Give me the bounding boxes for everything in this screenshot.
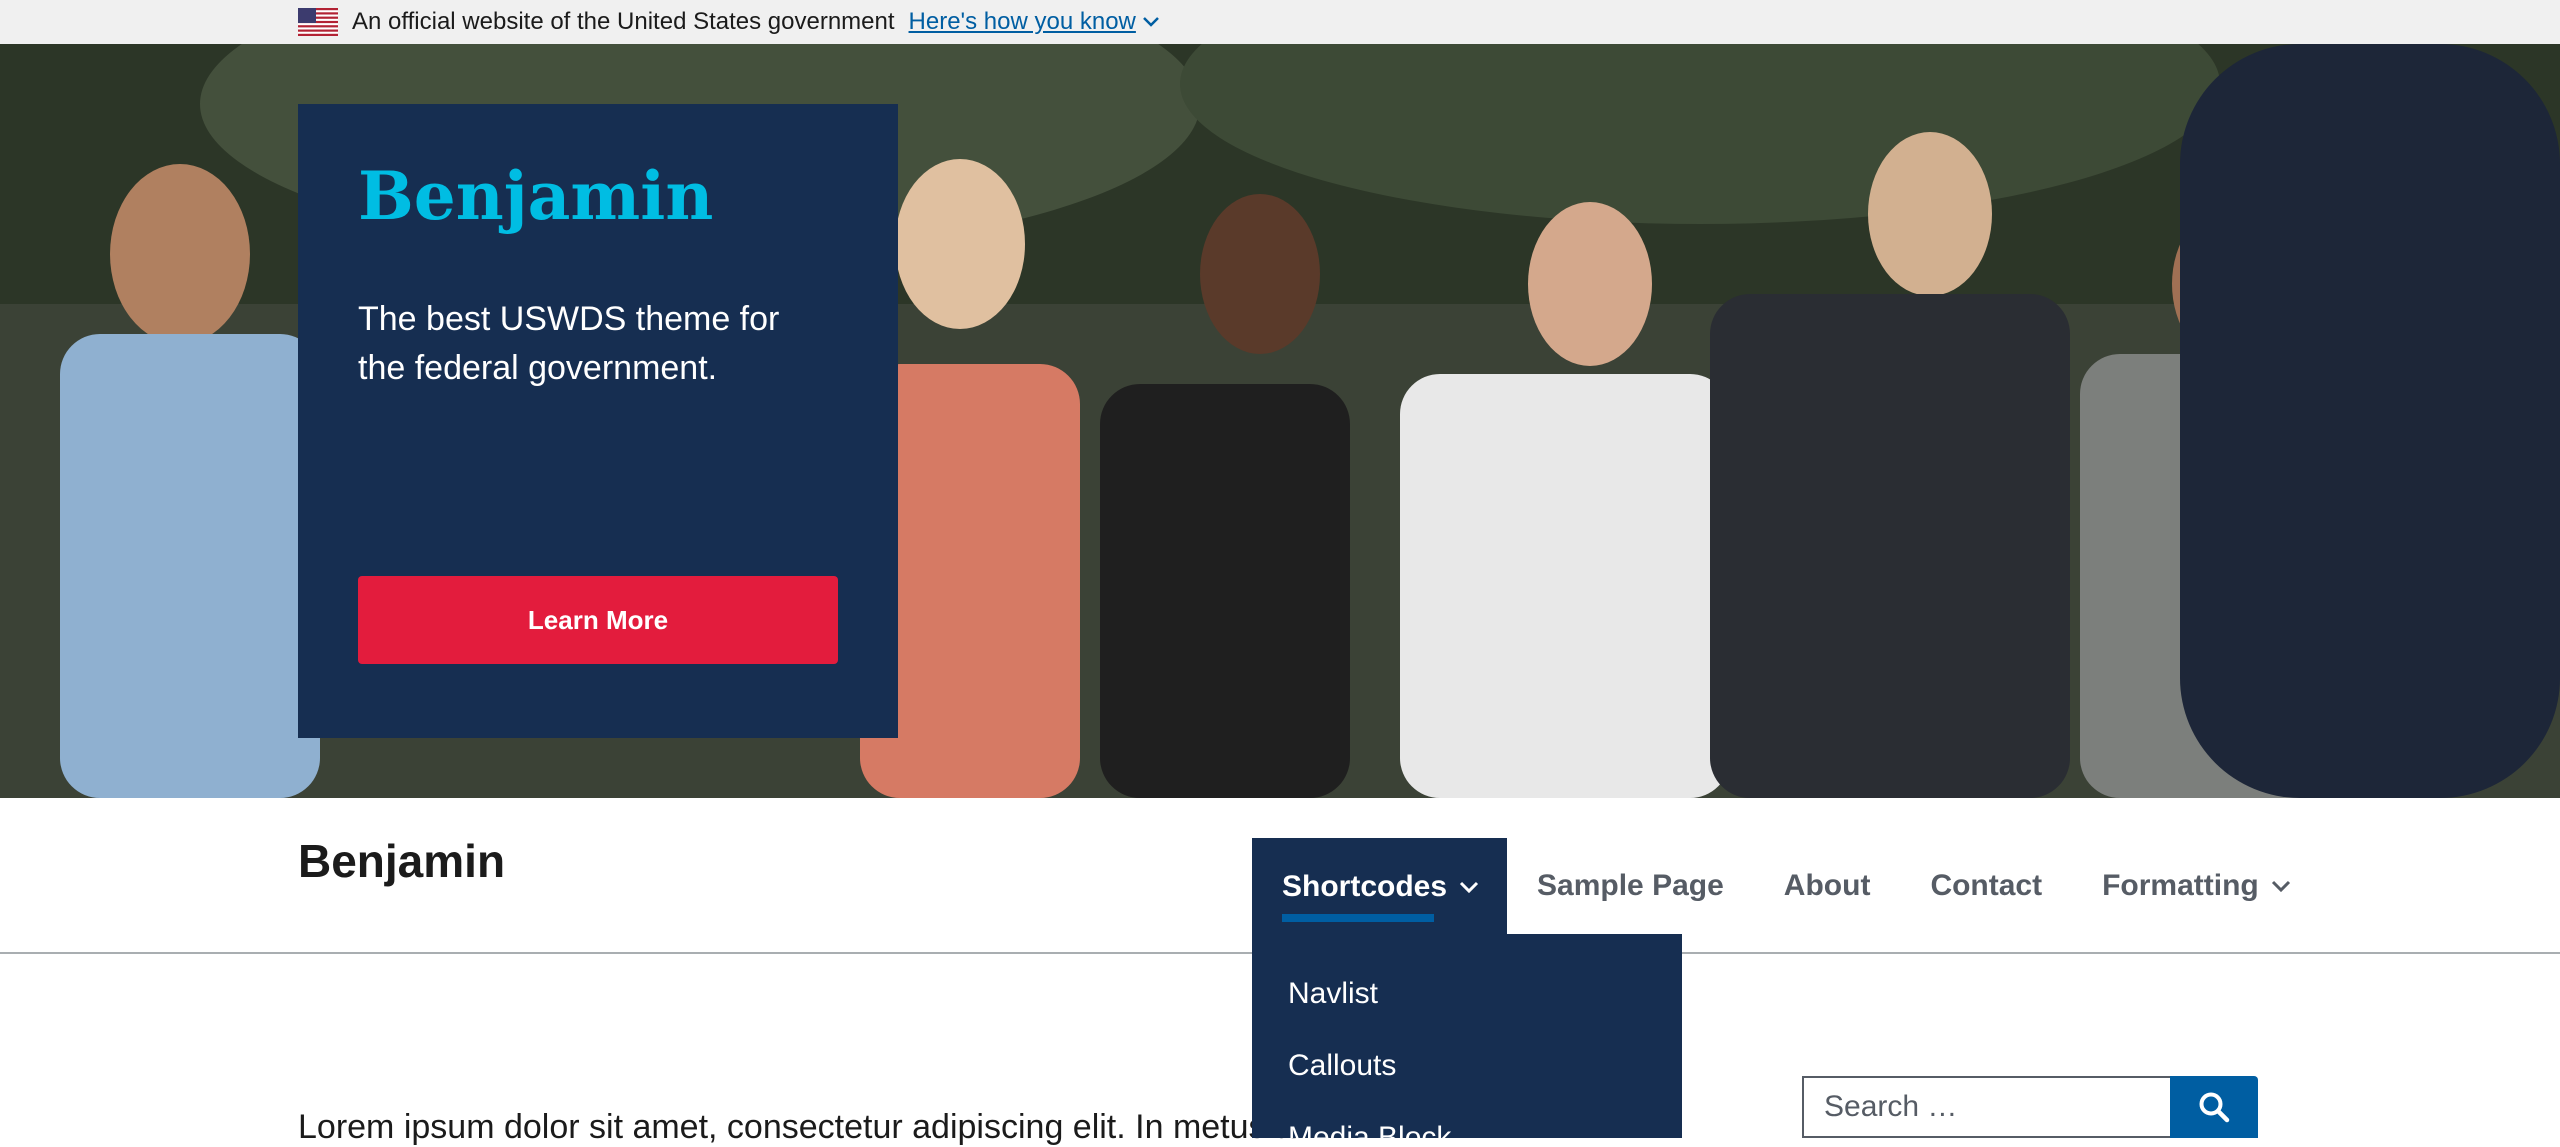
dropdown-item-callouts[interactable]: Callouts — [1252, 1030, 1682, 1102]
search-button[interactable] — [2170, 1076, 2258, 1138]
site-header: Benjamin Shortcodes Sample Page About Co… — [0, 798, 2560, 954]
nav-item-label: Formatting — [2102, 869, 2259, 902]
main-paragraph: Lorem ipsum dolor sit amet, consectetur … — [298, 1108, 1304, 1146]
nav-item-label: About — [1783, 869, 1871, 902]
search-input[interactable] — [1802, 1076, 2170, 1138]
chevron-down-icon — [2271, 880, 2290, 893]
chevron-down-icon — [1143, 17, 1159, 27]
learn-more-button[interactable]: Learn More — [358, 576, 838, 664]
search-form — [1802, 1076, 2258, 1138]
shortcodes-dropdown: Navlist Callouts Media Block — [1252, 934, 1682, 1138]
hero-subtitle: The best USWDS theme for the federal gov… — [358, 299, 780, 387]
us-flag-icon — [298, 8, 338, 36]
gov-banner-text: An official website of the United States… — [352, 8, 895, 35]
chevron-down-icon — [1459, 881, 1479, 894]
hero-title: Benjamin — [358, 157, 714, 235]
nav-item-about[interactable]: About — [1754, 838, 1901, 934]
dropdown-item-media-block[interactable]: Media Block — [1252, 1102, 1682, 1138]
nav-item-contact[interactable]: Contact — [1900, 838, 2072, 934]
how-you-know-label: Here's how you know — [908, 8, 1136, 35]
active-indicator — [1282, 914, 1434, 922]
how-you-know-link[interactable]: Here's how you know — [909, 8, 1160, 36]
nav-item-label: Shortcodes — [1282, 870, 1448, 903]
search-icon — [2199, 1092, 2230, 1123]
site-logo[interactable]: Benjamin — [298, 834, 505, 888]
dropdown-item-navlist[interactable]: Navlist — [1252, 958, 1682, 1030]
nav-item-shortcodes[interactable]: Shortcodes — [1252, 838, 1508, 936]
hero-section: Benjamin The best USWDS theme for the fe… — [0, 44, 2560, 798]
hero-card: Benjamin The best USWDS theme for the fe… — [298, 104, 898, 738]
nav-item-label: Sample Page — [1537, 869, 1724, 902]
gov-banner: An official website of the United States… — [0, 0, 2560, 44]
nav-item-formatting[interactable]: Formatting — [2072, 838, 2321, 934]
nav-item-label: Contact — [1930, 869, 2043, 902]
nav-item-sample-page[interactable]: Sample Page — [1507, 838, 1754, 934]
